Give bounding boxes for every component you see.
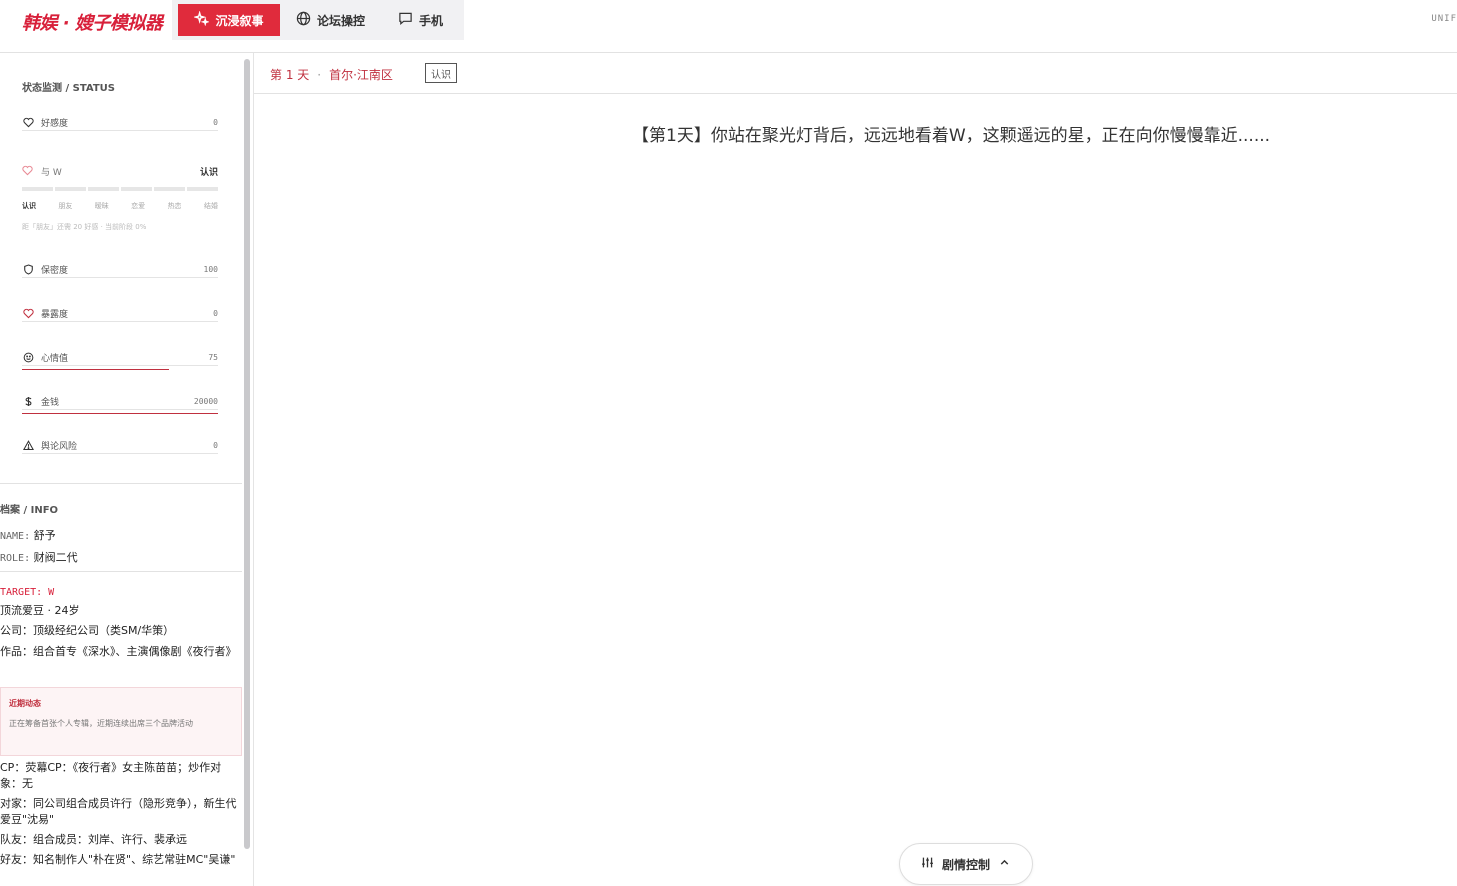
warning-icon: [22, 439, 35, 452]
chevron-up-icon: [998, 856, 1011, 872]
relation-hint: 距「朋友」还需 20 好感 · 当前阶段 0%: [22, 223, 147, 231]
info-section-title: 档案 / INFO: [0, 505, 59, 516]
status-section-title: 状态监测 / STATUS: [22, 83, 115, 94]
tab-forum-control[interactable]: 论坛操控: [286, 4, 375, 36]
target-desc: 顶流爱豆 · 24岁: [0, 604, 80, 617]
shield-icon: [22, 263, 35, 276]
plot-control-label: 剧情控制: [941, 857, 990, 872]
sliders-icon: [921, 856, 934, 872]
relation-badge: 认识: [425, 63, 457, 83]
sidebar-scrollbar[interactable]: [244, 59, 250, 849]
divider: [0, 571, 242, 572]
relation-steps: 认识 朋友 暧昧 恋爱 热恋 结婚: [22, 202, 218, 210]
relation-row: 与 W 认识: [22, 165, 218, 178]
top-bar: 韩娱 · 嫂子模拟器 沉浸叙事 论坛操控 手机 UNIF: [0, 0, 1457, 53]
money-level-bar: [22, 413, 218, 414]
heart-alert-icon: [22, 307, 35, 320]
divider: [0, 483, 242, 484]
chat-icon: [398, 11, 413, 29]
scene-bar: 第 1 天 · 首尔·江南区 认识: [254, 53, 1457, 94]
location-label: 首尔·江南区: [329, 68, 393, 82]
story-text: 【第1天】你站在聚光灯背后，远远地看着W，这颗遥远的星，正在向你慢慢靠近....…: [632, 126, 1271, 146]
info-name: NAME: 舒予: [0, 529, 56, 542]
heart-outline-icon: [22, 165, 35, 178]
tab-label: 论坛操控: [317, 13, 366, 28]
recent-news-card: 近期动态 正在筹备首张个人专辑，近期连续出席三个品牌活动: [0, 687, 242, 756]
target-works: 作品：组合首专《深水》、主演偶像剧《夜行者》: [0, 645, 237, 658]
corner-label: UNIF: [1431, 14, 1457, 24]
globe-icon: [296, 11, 311, 29]
day-label: 第 1 天: [270, 68, 310, 82]
stat-money: 金钱 20000: [22, 394, 218, 410]
tab-label: 手机: [419, 13, 444, 28]
target-rival: 对家：同公司组合成员许行（隐形竞争），新生代爱豆"沈易": [0, 797, 237, 826]
plot-control-button[interactable]: 剧情控制: [899, 843, 1033, 885]
info-role: ROLE: 财阀二代: [0, 551, 78, 564]
main-nav: 沉浸叙事 论坛操控 手机: [172, 0, 464, 40]
target-cp: CP：荧幕CP：《夜行者》女主陈苗苗；炒作对象：无: [0, 761, 222, 790]
stat-favor: 好感度 0: [22, 115, 218, 131]
smile-icon: [22, 351, 35, 364]
stat-risk: 舆论风险 0: [22, 438, 218, 454]
tab-phone[interactable]: 手机: [388, 4, 453, 36]
target-title: TARGET: W: [0, 587, 55, 598]
sparkle-icon: [193, 10, 211, 29]
recent-news-title: 近期动态: [9, 699, 41, 708]
main-panel: 第 1 天 · 首尔·江南区 认识 【第1天】你站在聚光灯背后，远远地看着W，这颗遥…: [254, 53, 1457, 886]
target-teammates: 队友：组合成员：刘岸、许行、裴承远: [0, 833, 187, 846]
mood-level-bar: [22, 369, 169, 370]
heart-icon: [22, 116, 35, 129]
stat-secrecy: 保密度 100: [22, 262, 218, 278]
breadcrumb: 第 1 天 · 首尔·江南区: [270, 68, 393, 82]
stat-mood: 心情值 75: [22, 350, 218, 366]
sidebar: 状态监测 / STATUS 好感度 0 与 W 认识 认识 朋友 暧昧 恋爱 热…: [0, 53, 254, 886]
target-friends: 好友：知名制作人"朴在贤"、综艺常驻MC"吴谦": [0, 853, 236, 866]
tab-immersive-story[interactable]: 沉浸叙事: [178, 4, 280, 36]
target-company: 公司：顶级经纪公司（类SM/华策）: [0, 624, 175, 637]
relation-progress: [22, 187, 218, 191]
tab-label: 沉浸叙事: [215, 13, 264, 28]
stat-exposure: 暴露度 0: [22, 306, 218, 322]
app-logo[interactable]: 韩娱 · 嫂子模拟器: [22, 9, 163, 35]
dollar-icon: [22, 395, 35, 408]
recent-news-body: 正在筹备首张个人专辑，近期连续出席三个品牌活动: [9, 719, 193, 728]
